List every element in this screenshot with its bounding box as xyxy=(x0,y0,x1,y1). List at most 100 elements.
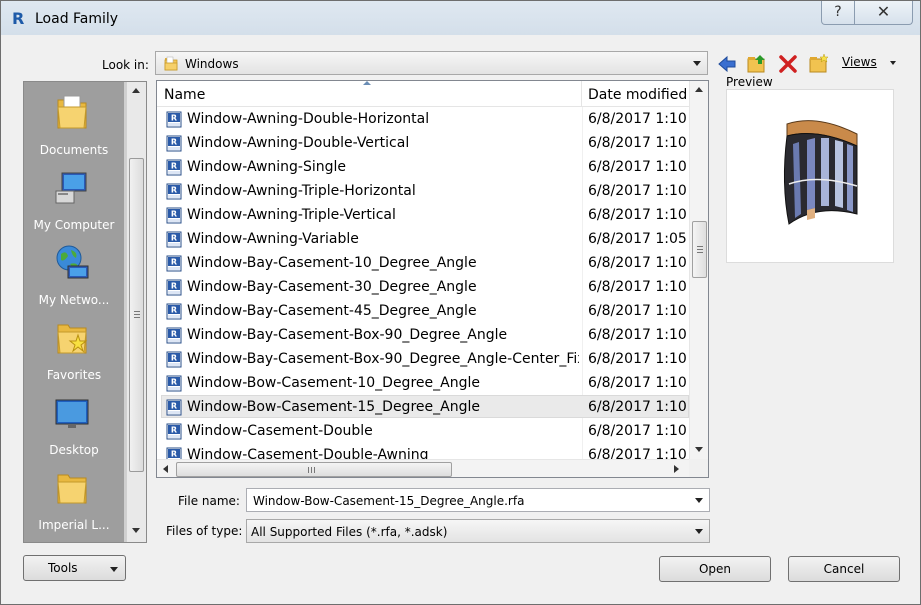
places-scrollbar[interactable] xyxy=(126,82,146,542)
places-bar: Documents My Computer My Netwo... Favori… xyxy=(23,81,147,543)
file-list-vertical-scrollbar[interactable] xyxy=(689,81,708,459)
file-row-name: Window-Bow-Casement-10_Degree_Angle xyxy=(187,375,480,391)
file-row-name: Window-Awning-Single xyxy=(187,159,347,175)
rfa-file-icon: R xyxy=(166,423,182,440)
place-favorites[interactable]: Favorites xyxy=(24,313,124,388)
file-row[interactable]: R Window-Bay-Casement-Box-90_Degree_Angle… xyxy=(157,347,689,371)
file-row-name: Window-Casement-Double xyxy=(187,423,373,439)
file-row[interactable]: R Window-Awning-Double-Vertical 6/8/2017 1… xyxy=(157,131,689,155)
scroll-down-button[interactable] xyxy=(127,522,146,540)
rfa-file-icon: R xyxy=(166,375,182,392)
file-row[interactable]: R Window-Awning-Triple-Vertical 6/8/2017 1… xyxy=(157,203,689,227)
column-header-date[interactable]: Date modified xyxy=(582,81,692,107)
scroll-left-icon[interactable] xyxy=(163,465,168,473)
help-button[interactable]: ? xyxy=(821,1,855,25)
up-folder-icon[interactable] xyxy=(746,53,768,75)
file-row-date: 6/8/2017 1:10 PM xyxy=(588,351,689,367)
scroll-thumb[interactable] xyxy=(176,462,452,477)
file-row[interactable]: R Window-Awning-Triple-Horizontal 6/8/2017… xyxy=(157,179,689,203)
file-row-name: Window-Bay-Casement-10_Degree_Angle xyxy=(187,255,477,271)
library-folder-icon xyxy=(57,474,87,504)
file-row-date: 6/8/2017 1:10 PM xyxy=(588,375,689,391)
chevron-down-icon xyxy=(693,61,701,66)
column-date-label: Date modified xyxy=(588,87,688,103)
file-row[interactable]: R Window-Casement-Double 6/8/2017 1:10 PM xyxy=(157,419,689,443)
file-row-name: Window-Bay-Casement-Box-90_Degree_Angle-… xyxy=(187,351,579,367)
views-chevron-down-icon[interactable] xyxy=(890,61,896,65)
place-my-network[interactable]: My Netwo... xyxy=(24,238,124,313)
file-row[interactable]: R Window-Bay-Casement-Box-90_Degree_Angle… xyxy=(157,323,689,347)
svg-text:R: R xyxy=(171,354,177,363)
file-list-header: Name Date modified xyxy=(157,81,689,107)
delete-icon[interactable] xyxy=(777,53,799,75)
scroll-up-button[interactable] xyxy=(690,81,708,99)
place-desktop[interactable]: Desktop xyxy=(24,388,124,463)
column-header-name[interactable]: Name xyxy=(157,81,582,107)
place-label: Documents xyxy=(39,143,109,157)
preview-pane xyxy=(726,89,894,263)
file-row-name: Window-Bay-Casement-Box-90_Degree_Angle xyxy=(187,327,508,343)
place-documents[interactable]: Documents xyxy=(24,88,124,163)
file-row[interactable]: R Window-Awning-Double-Horizontal 6/8/2017… xyxy=(157,107,689,131)
scroll-down-button[interactable] xyxy=(690,441,708,459)
file-name-label: File name: xyxy=(178,494,240,508)
desktop-icon xyxy=(55,399,89,428)
scroll-right-icon[interactable] xyxy=(674,465,679,473)
dialog-body: Look in: Windows Views Documents My Comp… xyxy=(9,35,913,597)
scroll-thumb[interactable] xyxy=(129,158,144,472)
close-button[interactable]: ✕ xyxy=(855,1,913,25)
file-row-name: Window-Awning-Variable xyxy=(187,231,359,247)
scroll-up-button[interactable] xyxy=(127,82,146,100)
file-row[interactable]: R Window-Bow-Casement-15_Degree_Angle 6/8/… xyxy=(157,395,689,419)
network-globe-icon xyxy=(56,245,89,279)
rfa-file-icon: R xyxy=(166,159,182,176)
file-row[interactable]: R Window-Bow-Casement-10_Degree_Angle 6/8/… xyxy=(157,371,689,395)
load-family-dialog: R Load Family ? ✕ Look in: Windows Views… xyxy=(0,0,921,605)
file-row-date: 6/8/2017 1:10 PM xyxy=(588,303,689,319)
svg-text:R: R xyxy=(171,186,177,195)
file-row-date: 6/8/2017 1:10 PM xyxy=(588,135,689,151)
chevron-down-icon[interactable] xyxy=(695,498,703,503)
files-of-type-dropdown[interactable]: All Supported Files (*.rfa, *.adsk) xyxy=(246,519,710,543)
file-name-combobox[interactable]: Window-Bow-Casement-15_Degree_Angle.rfa xyxy=(246,488,710,512)
cancel-button[interactable]: Cancel xyxy=(788,556,900,582)
files-of-type-label: Files of type: xyxy=(166,524,243,538)
rfa-file-icon: R xyxy=(166,279,182,296)
svg-text:R: R xyxy=(171,138,177,147)
file-row[interactable]: R Window-Bay-Casement-45_Degree_Angle 6/8/… xyxy=(157,299,689,323)
look-in-value: Windows xyxy=(185,57,239,71)
preview-label: Preview xyxy=(726,75,773,89)
file-row[interactable]: R Window-Bay-Casement-30_Degree_Angle 6/8/… xyxy=(157,275,689,299)
back-arrow-icon[interactable] xyxy=(716,53,738,75)
file-row-date: 6/8/2017 1:10 PM xyxy=(588,327,689,343)
place-label: Imperial L... xyxy=(38,518,110,532)
scroll-thumb[interactable] xyxy=(692,221,707,278)
file-row-name: Window-Bow-Casement-15_Degree_Angle xyxy=(187,399,480,415)
file-list-horizontal-scrollbar[interactable] xyxy=(157,459,689,477)
new-folder-icon[interactable] xyxy=(808,53,830,75)
file-row-date: 6/8/2017 1:05 PM xyxy=(588,231,689,247)
tools-button[interactable]: Tools xyxy=(23,555,126,581)
file-row-date: 6/8/2017 1:10 PM xyxy=(588,111,689,127)
place-my-computer[interactable]: My Computer xyxy=(24,163,124,238)
file-row[interactable]: R Window-Awning-Single 6/8/2017 1:10 PM xyxy=(157,155,689,179)
file-row-date: 6/8/2017 1:10 PM xyxy=(588,399,689,415)
place-label: My Computer xyxy=(33,218,115,232)
file-name-input[interactable]: Window-Bow-Casement-15_Degree_Angle.rfa xyxy=(253,494,524,508)
file-row-name: Window-Awning-Double-Horizontal xyxy=(187,111,430,127)
rfa-file-icon: R xyxy=(166,207,182,224)
rfa-file-icon: R xyxy=(166,135,182,152)
file-row-name: Window-Awning-Triple-Vertical xyxy=(187,207,396,223)
views-menu[interactable]: Views xyxy=(842,55,877,69)
place-imperial-library[interactable]: Imperial L... xyxy=(24,463,124,538)
file-row-date: 6/8/2017 1:10 PM xyxy=(588,279,689,295)
open-button[interactable]: Open xyxy=(659,556,771,582)
file-row[interactable]: R Window-Bay-Casement-10_Degree_Angle 6/8/… xyxy=(157,251,689,275)
svg-text:R: R xyxy=(171,210,177,219)
chevron-down-icon xyxy=(695,529,703,534)
file-row[interactable]: R Window-Awning-Variable 6/8/2017 1:05 PM xyxy=(157,227,689,251)
svg-text:R: R xyxy=(171,282,177,291)
look-in-dropdown[interactable]: Windows xyxy=(155,51,708,75)
rfa-file-icon: R xyxy=(166,255,182,272)
place-label: Favorites xyxy=(46,368,102,382)
